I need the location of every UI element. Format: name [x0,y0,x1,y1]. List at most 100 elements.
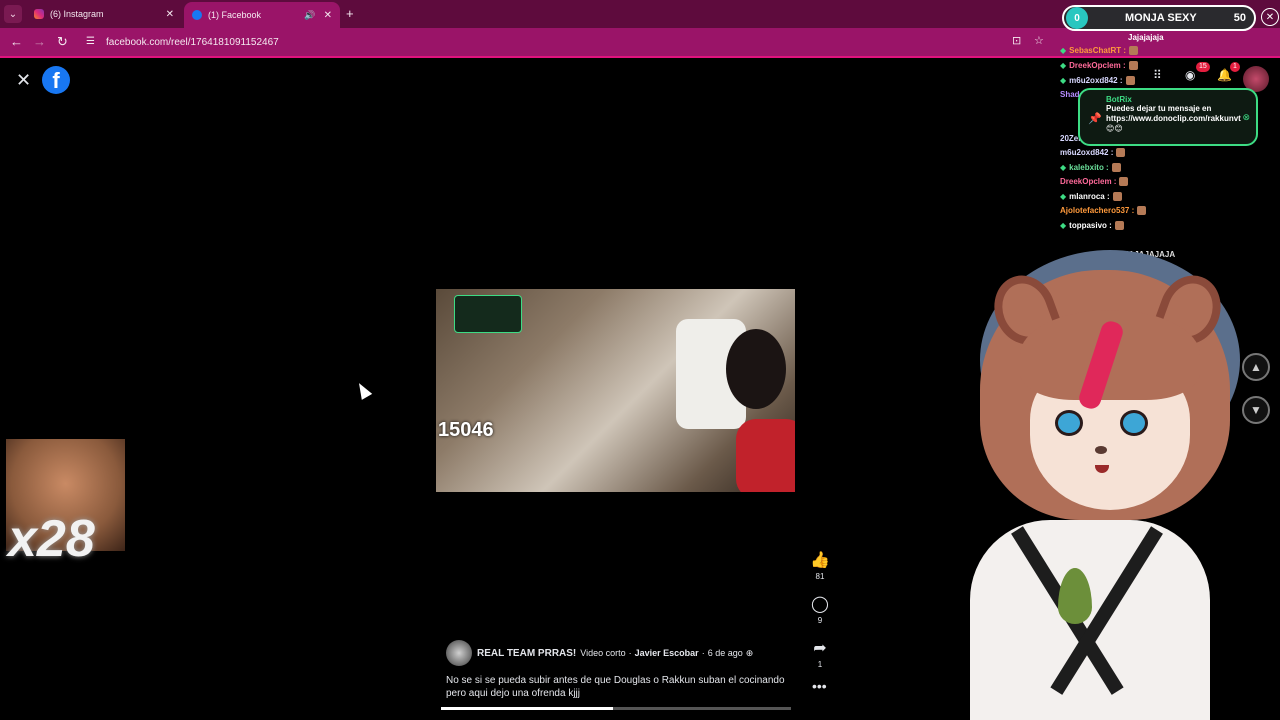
stream-goal-bar: 0 MONJA SEXY 50 [1062,5,1256,31]
author-link[interactable]: Javier Escobar [635,648,699,658]
comment-count: 9 [817,616,823,625]
reel-caption: No se si se pueda subir antes de que Dou… [446,675,785,699]
close-tab-icon[interactable]: ✕ [166,9,174,20]
goal-title: MONJA SEXY [1125,12,1197,24]
install-app-icon[interactable]: ⊡ [1012,34,1021,47]
emote-sticker: x28 [6,439,125,568]
share-button[interactable]: ➦ 1 [808,638,832,669]
chat-username: DreekOpclem : [1069,61,1126,70]
avatar-eye [1120,410,1148,436]
chat-message: m6u2oxd842 : [1060,148,1126,158]
chat-message: ◆ DreekOpclem : [1060,61,1138,71]
emote-multiplier: x28 [8,510,95,568]
page-name-link[interactable]: REAL TEAM PRRAS! [477,648,576,659]
mouse-cursor-icon [353,380,373,400]
chat-username: SebasChatRT : [1069,46,1127,55]
post-age: 6 de ago [707,648,743,658]
chat-message: DreekOpclem : [1060,177,1129,187]
chat-emote-icon [1129,46,1139,56]
chat-username: m6u2oxd842 : [1069,76,1123,85]
more-options-icon[interactable]: ••• [812,678,827,694]
goal-current-value: 0 [1066,7,1088,29]
forward-button[interactable]: → [33,34,46,49]
reload-button[interactable]: ↻ [57,34,68,50]
chat-username: mlanroca : [1069,192,1110,201]
chat-message: ◆ mlanroca : [1060,192,1122,202]
goal-close-icon: ✕ [1261,8,1279,26]
avatar-eye [1055,410,1083,436]
separator-dot: · [701,648,705,658]
globe-icon: ⊕ [745,647,754,658]
chat-emote-icon [1137,206,1147,216]
separator-dot: · [628,648,632,658]
chat-badge-icon: ◆ [1060,46,1067,55]
botrix-message-card: 📌 BotRix Puedes dejar tu mensaje en http… [1078,88,1258,146]
chat-emote-icon [1114,221,1124,231]
messenger-badge: 15 [1196,62,1210,72]
tab-title: (6) Instagram [50,9,104,19]
speaker-icon[interactable]: 🔊 [304,10,315,21]
chat-badge-icon: ◆ [1060,163,1067,172]
share-icon: ➦ [813,640,827,657]
chat-message: ◆ kalebxito : [1060,163,1121,173]
goal-target-value: 50 [1233,12,1246,24]
chat-message-text: Jajajajaja [1128,33,1164,42]
share-count: 1 [817,660,823,669]
chat-badge-icon: ◆ [1060,76,1067,85]
new-tab-button[interactable]: + [346,6,354,21]
like-count: 81 [815,572,825,581]
thumbs-up-icon: 👍 [810,552,830,569]
back-button[interactable]: ← [10,34,23,49]
video-counter: 15046 [438,419,494,441]
tab-facebook[interactable]: (1) Facebook 🔊 ✕ [184,2,340,28]
video-scene-person-hair [726,329,786,409]
messenger-icon[interactable]: ◉ [1185,68,1195,82]
tab-title: (1) Facebook [208,10,262,20]
chat-username: toppasivo : [1069,221,1112,230]
avatar-body [970,520,1210,720]
chat-emote-icon [1125,76,1135,86]
tab-search-button[interactable]: ⌄ [4,5,22,23]
comment-icon: ◯ [811,596,829,613]
close-tab-icon[interactable]: ✕ [324,10,332,21]
chat-emote-icon [1128,61,1138,71]
tab-instagram[interactable]: (6) Instagram ✕ [26,3,182,25]
video-chat-overlay [454,295,522,333]
facebook-icon [192,10,202,20]
bot-close-icon: ⊗ [1242,112,1250,122]
bookmark-star-icon[interactable]: ☆ [1034,34,1044,47]
like-button[interactable]: 👍 81 [808,550,832,581]
reel-meta: REAL TEAM PRRAS! Video corto · Javier Es… [446,640,791,700]
vtuber-avatar [940,250,1280,720]
site-info-icon[interactable]: ☰ [86,36,98,48]
chat-message: ◆ m6u2oxd842 : [1060,76,1135,86]
chat-message: ◆ SebasChatRT : [1060,46,1139,56]
chat-username: Ajolotefachero537 : [1060,206,1135,215]
chat-username: DreekOpclem : [1060,177,1117,186]
chat-emote-icon [1112,192,1122,202]
pin-icon: 📌 [1088,113,1102,125]
reel-type-label: Video corto [580,648,626,658]
chat-message: Ajolotefachero537 : [1060,206,1147,216]
facebook-logo-icon[interactable]: f [42,66,70,94]
chat-emote-icon [1116,148,1126,158]
reel-video[interactable]: 15046 [436,289,795,492]
chat-emote-icon [1119,177,1129,187]
chat-message: ◆ toppasivo : [1060,221,1124,231]
chat-username: m6u2oxd842 : [1060,148,1114,157]
screen: ⌄ (6) Instagram ✕ (1) Facebook 🔊 ✕ + ← →… [0,0,1280,720]
instagram-icon [34,9,44,19]
address-bar[interactable]: ☰ facebook.com/reel/1764181091152467 [80,32,1055,52]
close-reel-button[interactable]: ✕ [16,70,31,91]
comment-button[interactable]: ◯ 9 [808,594,832,625]
video-progress-bar[interactable] [441,707,791,710]
menu-grid-icon[interactable]: ⠿ [1153,68,1162,82]
avatar-nose [1095,446,1107,454]
chat-username: kalebxito : [1069,163,1109,172]
bot-name: BotRix [1106,95,1132,104]
notifications-bell-icon[interactable]: 🔔 [1217,68,1232,82]
video-scene-red-shirt [736,419,795,492]
chat-badge-icon: ◆ [1060,192,1067,201]
page-avatar[interactable] [446,640,472,666]
video-progress-fill [441,707,613,710]
